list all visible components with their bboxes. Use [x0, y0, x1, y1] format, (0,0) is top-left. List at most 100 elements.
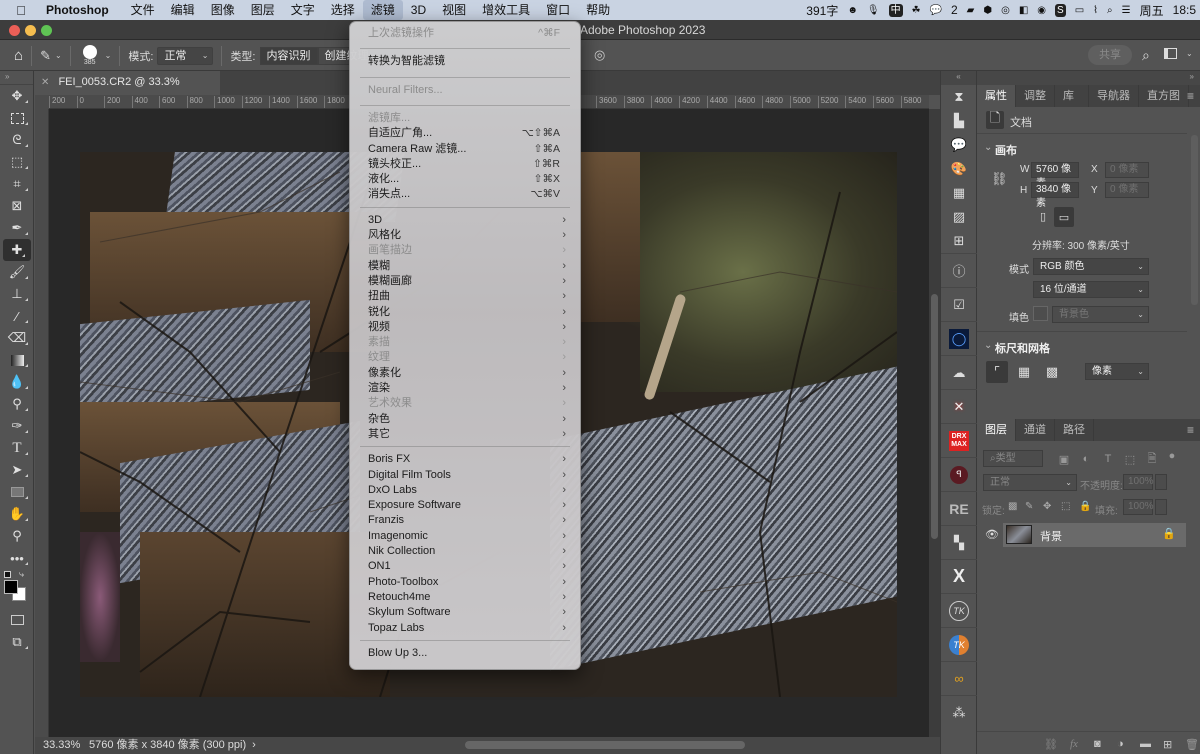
status-more-icon[interactable]: › — [246, 737, 256, 754]
fill-color-swatch[interactable] — [1033, 306, 1048, 321]
pen-tool[interactable]: ✑ — [0, 415, 34, 437]
search-icon[interactable]: ⌕ — [1142, 47, 1150, 64]
x-field[interactable]: 0 像素 — [1105, 162, 1149, 178]
history-icon[interactable]: ⧗ — [941, 85, 977, 109]
menu-view[interactable]: 视图 — [434, 0, 474, 20]
sparkle-plugin-icon[interactable]: ⁂ — [941, 695, 977, 729]
mode-select[interactable]: 正常 ⌄ — [157, 46, 214, 65]
spotlight-search-icon[interactable]: ⌕ — [1107, 4, 1113, 17]
chevron-down-icon[interactable]: ⌄ — [984, 142, 992, 153]
foreground-color-swatch[interactable] — [4, 580, 18, 594]
filter-pixel-icon[interactable]: ▣ — [1053, 448, 1075, 470]
tab-histogram[interactable]: 直方图 — [1139, 85, 1189, 107]
tab-adjustments[interactable]: 调整 — [1016, 85, 1055, 107]
collapse-panels-icon[interactable]: » — [977, 71, 1200, 85]
tk-color-plugin-icon[interactable]: TK — [941, 627, 977, 661]
filter-menu-item[interactable]: 像素化 › — [368, 366, 566, 381]
ime-indicator[interactable]: 中 — [888, 3, 903, 17]
microphone-icon[interactable]: 🎙 — [867, 4, 880, 17]
home-icon[interactable]: ⌂ — [14, 47, 23, 64]
healing-brush-tool[interactable]: ✚ — [3, 239, 31, 261]
layer-name[interactable]: 背景 — [1040, 528, 1062, 544]
horizontal-scrollbar-thumb[interactable] — [465, 741, 745, 749]
filter-menu-item[interactable]: 3D › — [368, 213, 566, 228]
opacity-slider-toggle[interactable] — [1155, 474, 1167, 490]
clone-stamp-tool[interactable]: ⊥ — [0, 283, 34, 305]
chevron-down-icon[interactable]: ⌄ — [105, 51, 112, 60]
tab-layers[interactable]: 图层 — [977, 419, 1016, 441]
grid-toggle-icon[interactable]: ▦ — [1013, 361, 1035, 383]
menu-help[interactable]: 帮助 — [578, 0, 618, 20]
path-selection-tool[interactable]: ➤ — [0, 459, 34, 481]
brush-tool[interactable]: 🖌 — [0, 261, 34, 283]
edit-toolbar-button[interactable]: ••• — [0, 547, 34, 569]
link-layers-icon[interactable]: ⛓ — [1044, 738, 1058, 751]
shield-icon[interactable]: ⬢ — [983, 4, 992, 17]
brush-size-picker[interactable]: 385 — [79, 44, 101, 67]
wechat-icon[interactable]: 💬 — [930, 4, 942, 17]
filter-menu-item[interactable]: 镜头校正... ⇧⌘R — [368, 157, 566, 172]
landscape-orientation-icon[interactable]: ▭ — [1054, 207, 1074, 227]
color-mode-select[interactable]: RGB 颜色 ⌄ — [1033, 258, 1149, 275]
user-circle-icon[interactable]: ◉ — [1037, 4, 1046, 17]
clock[interactable]: 18:5 — [1173, 3, 1196, 17]
tab-channels[interactable]: 通道 — [1016, 419, 1055, 441]
tk-gray-plugin-icon[interactable]: TK — [941, 593, 977, 627]
gradient-tool[interactable] — [0, 349, 34, 371]
filter-menu-item[interactable]: DxO Labs › — [368, 483, 566, 498]
tab-properties[interactable]: 属性 — [977, 85, 1016, 107]
portal-plugin-icon[interactable]: ◯ — [941, 321, 977, 355]
chevron-down-icon[interactable]: ⌄ — [55, 51, 62, 60]
filter-menu-item[interactable]: 杂色 › — [368, 412, 566, 427]
vertical-scrollbar[interactable] — [929, 109, 940, 737]
retouch-plugin-icon[interactable]: ꟼ — [941, 457, 977, 491]
control-center-icon[interactable]: ☰ — [1122, 4, 1131, 17]
workspace-icon[interactable] — [1164, 48, 1177, 59]
close-tab-icon[interactable]: ✕ — [41, 77, 49, 88]
filter-menu-item[interactable]: 锐化 › — [368, 305, 566, 320]
y-field[interactable]: 0 像素 — [1105, 182, 1149, 198]
frame-tool[interactable]: ⊠ — [0, 195, 34, 217]
battery-icon[interactable]: ▭ — [1075, 4, 1084, 17]
link-dimensions-icon[interactable]: ⛓ — [991, 171, 1008, 187]
tab-libraries[interactable]: 库 — [1055, 85, 1089, 107]
dodge-tool[interactable]: ⚲ — [0, 393, 34, 415]
zoom-window-button[interactable] — [41, 25, 52, 36]
new-group-icon[interactable]: ▬ — [1140, 738, 1151, 750]
chevron-down-icon[interactable]: ⌄ — [984, 340, 992, 351]
display-icon[interactable]: ▰ — [967, 4, 975, 17]
menu-3d[interactable]: 3D — [403, 0, 434, 20]
ruler-corner[interactable] — [35, 95, 49, 109]
x-white-plugin-icon[interactable]: X — [941, 559, 977, 593]
filter-menu-item[interactable]: 模糊 › — [368, 259, 566, 274]
color-palette-icon[interactable]: 🎨 — [941, 157, 977, 181]
filter-menu-item[interactable]: Retouch4me › — [368, 590, 566, 605]
filter-toggle-icon[interactable]: ● — [1161, 445, 1183, 467]
info-icon[interactable]: ⓘ — [941, 253, 977, 287]
layout-plugin-icon[interactable]: ▚ — [941, 525, 977, 559]
add-mask-icon[interactable]: ◙ — [1094, 738, 1101, 750]
edit-note-icon[interactable]: ☑ — [941, 287, 977, 321]
apple-icon[interactable]:  — [14, 3, 28, 18]
fill-slider-toggle[interactable] — [1155, 499, 1167, 515]
filter-menu-item[interactable]: 渲染 › — [368, 381, 566, 396]
filter-menu-item[interactable]: Topaz Labs › — [368, 621, 566, 636]
fill-field[interactable]: 100% — [1123, 499, 1154, 515]
share-button[interactable]: 共享 — [1088, 45, 1132, 65]
filter-menu-item[interactable]: Imagenomic › — [368, 529, 566, 544]
zoom-tool[interactable]: ⚲ — [0, 525, 34, 547]
minimize-window-button[interactable] — [25, 25, 36, 36]
close-window-button[interactable] — [9, 25, 20, 36]
swap-colors-icon[interactable]: ⤷ — [19, 569, 24, 580]
filter-menu-item[interactable]: Skylum Software › — [368, 605, 566, 620]
filter-type-icon[interactable]: T — [1097, 448, 1119, 470]
smiley-icon[interactable]: ☻ — [847, 4, 858, 17]
re-plugin-icon[interactable]: RE — [941, 491, 977, 525]
actions-icon[interactable]: ▙ — [941, 109, 977, 133]
menu-type[interactable]: 文字 — [283, 0, 323, 20]
menu-app-name[interactable]: Photoshop — [38, 0, 117, 20]
menu-window[interactable]: 窗口 — [538, 0, 578, 20]
filter-menu-item[interactable]: 其它 › — [368, 427, 566, 442]
infinity-plugin-icon[interactable]: ∞ — [941, 661, 977, 695]
portrait-orientation-icon[interactable]: ▯ — [1034, 207, 1052, 225]
